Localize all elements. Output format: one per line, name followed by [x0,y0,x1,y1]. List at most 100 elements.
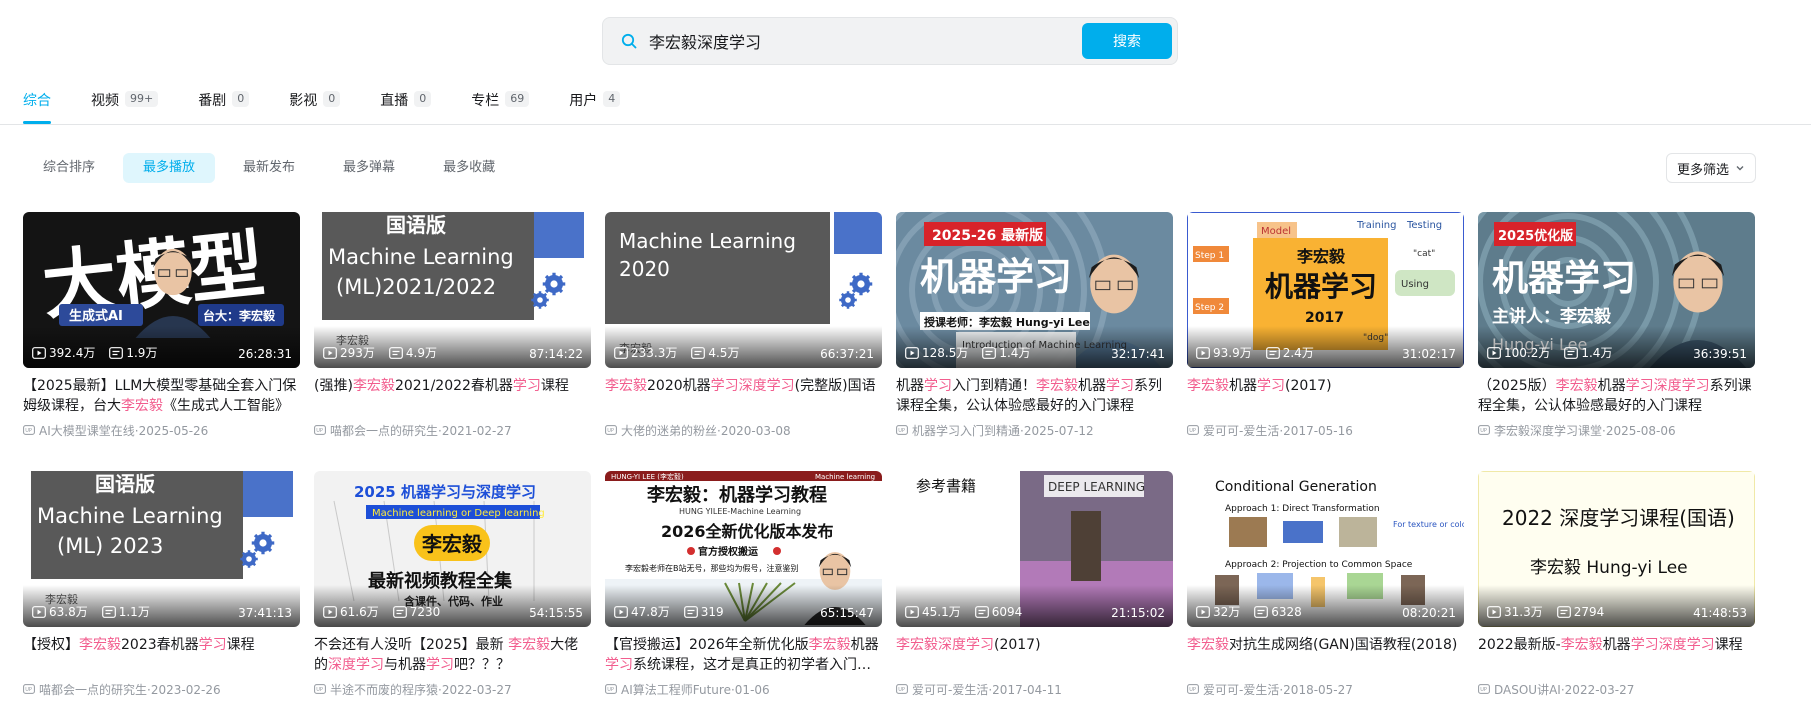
danmaku-count: 6328 [1254,605,1302,619]
thumb-text: Step 1 [1195,251,1224,261]
sort-most-danmaku[interactable]: 最多弹幕 [323,153,415,183]
video-thumbnail[interactable]: 2025 机器学习与深度学习 Machine learning or Deep l… [314,471,591,627]
danmaku-count: 319 [683,605,724,619]
video-title[interactable]: 【2025最新】LLM大模型零基础全套入门保姆级课程，台大李宏毅《生成式人工智能… [23,376,300,416]
video-duration: 41:48:53 [1693,606,1747,620]
upload-date: 2020-03-08 [720,423,791,438]
tab-live[interactable]: 直播 0 [380,90,432,124]
sort-most-favorited[interactable]: 最多收藏 [423,153,515,183]
uploader-name[interactable]: 机器学习入门到精通 [912,422,1020,439]
video-thumbnail[interactable]: Step 1 Step 2 Model Training Testing 李宏毅 机器学习 2… [1187,212,1464,368]
video-title[interactable]: 【授权】李宏毅2023春机器学习课程 [23,635,300,675]
danmaku-count-value: 6328 [1271,604,1302,619]
uploader-name[interactable]: 李宏毅深度学习课堂 [1494,422,1602,439]
video-title[interactable]: 【官授搬运】2026年全新优化版李宏毅机器学习系统课程，这才是真正的初学者入门课… [605,635,882,675]
video-thumbnail[interactable]: 参考書籍 DEEP LEARNING 45.1万 6094 21:15:02 [896,471,1173,627]
video-grid: 大模型 生成式AI 台大：李宏毅 392.4万 1.9万 26:28:31 【2025最新】… [23,212,1755,711]
video-thumbnail[interactable]: 大模型 生成式AI 台大：李宏毅 392.4万 1.9万 26:28:31 [23,212,300,368]
play-count-value: 63.8万 [49,605,88,619]
video-thumbnail[interactable]: HUNG-YI LEE (李宏毅) Machine learning 李宏毅：机器学… [605,471,882,627]
video-card[interactable]: Machine Learning 2020 李宏毅 233.3万 4.5万 66:37:2… [605,212,882,457]
video-thumbnail[interactable]: 国语版Machine Learning(ML)2021/2022李宏毅293万4… [314,212,591,368]
video-meta: UP 爱可可-爱生活 · 2018-05-27 [1187,681,1464,698]
uploader-name[interactable]: 喵都会一点的研究生 [330,422,438,439]
video-card[interactable]: 国语版 Machine Learning (ML)2021/2022 李宏毅 293万 4… [314,212,591,457]
sort-default[interactable]: 综合排序 [23,153,115,183]
tab-count: 0 [232,91,250,107]
video-card[interactable]: 2025优化版机器学习主讲人：李宏毅Hung-yi Lee100.2万1.4万3… [1478,212,1755,457]
video-thumbnail[interactable]: 2025-26 最新版机器学习授课老师：李宏毅 Hung-yi LeeIntro… [896,212,1173,368]
video-title[interactable]: （2025版）李宏毅机器学习深度学习系列课程全集，公认体验感最好的入门课程 [1478,376,1755,416]
uploader-icon: UP [1478,424,1490,438]
video-thumbnail[interactable]: Conditional Generation Approach 1: Direct… [1187,471,1464,627]
more-filters-button[interactable]: 更多筛选 [1666,153,1756,183]
video-card[interactable]: Conditional Generation Approach 1: Direct… [1187,471,1464,711]
video-meta: UP AI大模型课堂在线 · 2025-05-26 [23,422,300,439]
sort-newest[interactable]: 最新发布 [223,153,315,183]
upload-date: 2022-03-27 [1564,682,1635,697]
title-text: 2022最新版- [1478,637,1561,653]
uploader-name[interactable]: AI算法工程师Future [621,681,731,698]
thumb-text: 2026全新优化版本发布 [661,522,834,541]
video-thumbnail[interactable]: Machine Learning2020李宏毅233.3万4.5万66:37:2… [605,212,882,368]
tab-user[interactable]: 用户 4 [569,90,621,124]
tab-label: 用户 [569,93,598,109]
title-text: 2021/2022春机器 [394,378,513,394]
keyword-highlight: 学习 [1257,378,1285,394]
tab-bangumi[interactable]: 番剧 0 [198,90,250,124]
uploader-name[interactable]: AI大模型课堂在线 [39,422,135,439]
uploader-name[interactable]: 大佬的迷弟的粉丝 [621,422,717,439]
video-title[interactable]: 李宏毅2020机器学习深度学习(完整版)国语 [605,376,882,416]
gear-icon [251,531,275,555]
video-title[interactable]: 不会还有人没听【2025】最新 李宏毅大佬的深度学习与机器学习吧？？？ [314,635,591,675]
video-card[interactable]: 国语版 Machine Learning (ML) 2023 李宏毅 63.8万 1.1万… [23,471,300,711]
keyword-highlight: 学习 [766,378,795,394]
search-button[interactable]: 搜索 [1082,23,1172,59]
keyword-highlight: 学习 [356,657,384,673]
play-icon [905,346,919,359]
thumb-text: 2025优化版 [1498,228,1573,244]
thumb-text: 生成式AI [69,308,123,324]
tab-article[interactable]: 专栏 69 [471,90,530,124]
video-title[interactable]: 李宏毅机器学习(2017) [1187,376,1464,416]
danmaku-count-value: 2.4万 [1282,346,1314,360]
video-thumbnail[interactable]: 2022 深度学习课程(国语) 李宏毅 Hung-yi Lee 31.3万 2794 4… [1478,471,1755,627]
uploader-name[interactable]: 半途不而废的程序猿 [330,681,438,698]
video-thumbnail[interactable]: 2025优化版机器学习主讲人：李宏毅Hung-yi Lee100.2万1.4万3… [1478,212,1755,368]
gear-icon [531,291,549,309]
video-title[interactable]: (强推)李宏毅2021/2022春机器学习课程 [314,376,591,416]
video-card[interactable]: 2025 机器学习与深度学习 Machine learning or Deep l… [314,471,591,711]
video-title[interactable]: 机器学习入门到精通！李宏毅机器学习系列课程全集，公认体验感最好的入门课程 [896,376,1173,416]
uploader-name[interactable]: 爱可可-爱生活 [1203,422,1279,439]
tab-all[interactable]: 综合 [23,90,51,124]
uploader-name[interactable]: DASOU讲AI [1494,681,1561,698]
video-card[interactable]: 2022 深度学习课程(国语) 李宏毅 Hung-yi Lee 31.3万 2794 4… [1478,471,1755,711]
thumb-text: Conditional Generation [1215,479,1377,495]
upload-date: 2022-03-27 [441,682,512,697]
video-card[interactable]: 2025-26 最新版机器学习授课老师：李宏毅 Hung-yi LeeIntro… [896,212,1173,457]
search-input[interactable] [649,21,1082,61]
video-title[interactable]: 2022最新版-李宏毅机器学习深度学习课程 [1478,635,1755,675]
video-card[interactable]: 大模型 生成式AI 台大：李宏毅 392.4万 1.9万 26:28:31 【2025最新】… [23,212,300,457]
sort-most-played[interactable]: 最多播放 [123,153,216,183]
video-duration: 21:15:02 [1111,606,1165,620]
video-card[interactable]: Step 1 Step 2 Model Training Testing 李宏毅 机器学习 2… [1187,212,1464,457]
video-thumbnail[interactable]: 国语版Machine Learning(ML) 2023李宏毅63.8万1.1万… [23,471,300,627]
uploader-name[interactable]: 爱可可-爱生活 [912,681,988,698]
video-title[interactable]: 李宏毅对抗生成网络(GAN)国语教程(2018) [1187,635,1464,675]
video-title[interactable]: 李宏毅深度学习(2017) [896,635,1173,675]
video-duration: 87:14:22 [529,347,583,361]
tab-film[interactable]: 影视 0 [289,90,341,124]
tab-video[interactable]: 视频 99+ [91,90,159,124]
svg-text:UP: UP [898,687,905,693]
uploader-name[interactable]: 喵都会一点的研究生 [39,681,147,698]
uploader-name[interactable]: 爱可可-爱生活 [1203,681,1279,698]
danmaku-icon [1265,346,1280,359]
video-card[interactable]: HUNG-YI LEE (李宏毅) Machine learning 李宏毅：机器学… [605,471,882,711]
title-text: 机器 [1229,378,1257,394]
title-text: 机器 [1078,378,1106,394]
video-card[interactable]: 参考書籍 DEEP LEARNING 45.1万 6094 21:15:02 李宏毅深度学… [896,471,1173,711]
video-duration: 08:20:21 [1402,606,1456,620]
danmaku-icon [1564,346,1579,359]
play-count-value: 45.1万 [922,605,961,619]
